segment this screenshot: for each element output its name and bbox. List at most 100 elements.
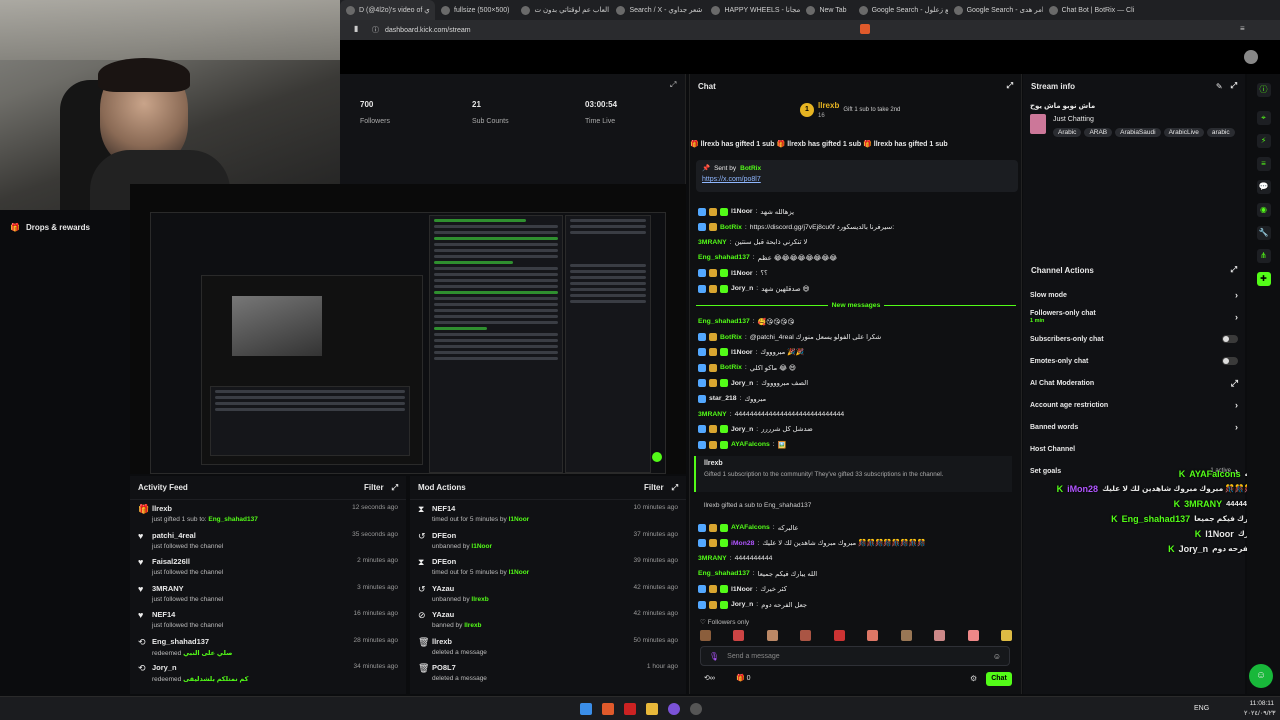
mod-row[interactable]: ⧗ DFEon timed out for 5 minutes by l1Noor 3… <box>410 553 686 580</box>
stream-tag[interactable]: ArabiaSaudi <box>1115 128 1161 137</box>
filter-button[interactable]: Filter <box>364 483 384 492</box>
browser-tab[interactable]: HAPPY WHEELS - مجانا <box>705 0 800 20</box>
chat-message[interactable]: AYAFalcons: 🖼️ <box>690 437 1023 452</box>
chat-message[interactable]: l1Noor: مبروووك 🎉🎉 <box>690 345 1023 360</box>
bolt-icon[interactable]: ⚡ <box>1256 134 1271 148</box>
folder-icon[interactable] <box>646 703 658 715</box>
share-icon[interactable]: ⋔ <box>1256 249 1271 263</box>
activity-user[interactable]: Jory_n <box>152 663 354 672</box>
pinned-link[interactable]: https://x.com/po8l7 <box>702 176 1012 183</box>
chat-username[interactable]: Jory_n <box>731 285 753 292</box>
clock[interactable]: 11:08:11 ٢٠٢٤/٠٩/٢٣ <box>1244 700 1276 717</box>
filter-button[interactable]: Filter <box>644 483 664 492</box>
expand-icon[interactable]: ⤢ <box>1231 265 1237 275</box>
pdf-icon[interactable] <box>624 703 636 715</box>
channel-action-row[interactable]: Slow mode › <box>1023 284 1245 306</box>
brave-shield-icon[interactable] <box>860 24 870 34</box>
chat-message[interactable]: BotRix: https://discord.gg/j7vEj8cu0f سير… <box>690 219 1023 234</box>
channel-action-row[interactable]: Banned words › <box>1023 416 1245 438</box>
pinned-gift[interactable]: 1 llrexb 16 Gift 1 sub to take 2nd <box>800 100 920 120</box>
toggle-switch[interactable] <box>1222 357 1238 365</box>
chat-username[interactable]: AYAFalcons <box>731 441 770 448</box>
drops-rewards[interactable]: 🎁 Drops & rewards <box>0 216 130 238</box>
mod-row[interactable]: ↺ DFEon unbanned by l1Noor 37 minutes ago <box>410 527 686 554</box>
chat-send-button[interactable]: Chat <box>986 672 1012 686</box>
chat-username[interactable]: iMon28 <box>731 540 754 547</box>
plugin-icon[interactable]: ✚ <box>1256 272 1271 286</box>
activity-row[interactable]: ⟲ Eng_shahad137 redeemed صلي على النبي 28 m… <box>130 633 406 660</box>
chat-message[interactable]: star_218: مبرووك <box>690 391 1023 406</box>
chat-message[interactable]: BotRix: ماكو اكلي 😂 😄 <box>690 360 1023 375</box>
emoji-icon[interactable]: ☺ <box>993 652 1001 661</box>
chat-message[interactable]: Eng_shahad137: 🥰😘😘😘😘 <box>690 314 1023 329</box>
browser-tab[interactable]: New Tab <box>800 0 852 20</box>
chat-username[interactable]: 3MRANY <box>698 239 727 246</box>
chat-message[interactable]: Jory_n: الصف مبرووووك <box>690 376 1023 391</box>
mod-user[interactable]: PO8L7 <box>432 663 647 672</box>
activity-user[interactable]: NEF14 <box>152 610 354 619</box>
chat-username[interactable]: 3MRANY <box>698 411 727 418</box>
activity-user[interactable]: patchi_4real <box>152 531 352 540</box>
activity-row[interactable]: ♥ NEF14 just followed the channel 16 minut… <box>130 606 406 633</box>
broadcast-icon[interactable]: ◉ <box>1256 203 1271 217</box>
language-indicator[interactable]: ENG <box>1194 705 1209 712</box>
chat-username[interactable]: 3MRANY <box>698 555 727 562</box>
chat-username[interactable]: BotRix <box>720 364 742 371</box>
stream-tag[interactable]: ARAB <box>1084 128 1113 137</box>
expand-icon[interactable]: ⤢ <box>392 483 398 493</box>
activity-row[interactable]: ♥ 3MRANY just followed the channel 3 minut… <box>130 580 406 607</box>
chat-message[interactable]: l1Noor: كثر خيرك <box>690 582 1023 597</box>
message-input[interactable]: 🎙 Send a message ☺ <box>700 646 1010 666</box>
channel-action-row[interactable]: Subscribers-only chat <box>1023 328 1245 350</box>
mod-user[interactable]: DFEon <box>432 557 634 566</box>
chat-message[interactable]: Eng_shahad137: عظم 😂😂😂😂😂😂😂😂 <box>690 250 1023 265</box>
expand-icon[interactable]: ⤢ <box>670 80 676 90</box>
stream-tag[interactable]: arabic <box>1206 128 1235 137</box>
chat-message[interactable]: l1Noor: يزهالله شهد <box>690 204 1023 219</box>
activity-row[interactable]: ♥ Faisal226ll just followed the channel 2 … <box>130 553 406 580</box>
mod-user[interactable]: llrexb <box>432 637 634 646</box>
chat-username[interactable]: BotRix <box>720 334 742 341</box>
category-name[interactable]: Just Chatting <box>1053 116 1094 123</box>
chat-username[interactable]: Eng_shahad137 <box>698 318 750 325</box>
chat-username[interactable]: Eng_shahad137 <box>698 570 750 577</box>
menu-icon[interactable]: ≡ <box>1240 24 1245 33</box>
chat-username[interactable]: BotRix <box>720 224 742 231</box>
channel-action-row[interactable]: Emotes-only chat <box>1023 350 1245 372</box>
expand-icon[interactable]: ⤢ <box>672 483 678 493</box>
activity-row[interactable]: 🎁 llrexb just gifted 1 sub to: Eng_shahad1… <box>130 500 406 527</box>
expand-icon[interactable]: ⤢ <box>1231 81 1237 91</box>
activity-user[interactable]: 3MRANY <box>152 584 357 593</box>
chat-message[interactable]: Jory_n: صدقلهين شهد 😄 <box>690 281 1023 296</box>
info-icon[interactable]: ⓘ <box>1256 83 1271 97</box>
avatar[interactable] <box>1244 50 1258 64</box>
channel-action-row[interactable]: Host Channel <box>1023 438 1245 460</box>
chat-username[interactable]: Eng_shahad137 <box>698 254 750 261</box>
chat-message[interactable]: Jory_n: جعل الفرحه دوم <box>690 597 1023 612</box>
gift-counter[interactable]: 🎁 0 <box>736 674 751 682</box>
chat-message[interactable]: Jory_n: ضدشل كل شرررر <box>690 422 1023 437</box>
app-icon[interactable] <box>668 703 680 715</box>
url-field[interactable]: ⓘ dashboard.kick.com/stream <box>372 24 872 36</box>
bookmark-icon[interactable]: ▮ <box>354 24 358 33</box>
browser-tab[interactable]: D (@4l2o)'s video of ي <box>340 0 435 20</box>
chat-username[interactable]: l1Noor <box>731 349 753 356</box>
activity-user[interactable]: llrexb <box>152 504 352 513</box>
mod-user[interactable]: YAzau <box>432 584 634 593</box>
mod-row[interactable]: 🗑 llrexb deleted a message 50 minutes ago <box>410 633 686 660</box>
chat-icon[interactable]: 💬 <box>1256 180 1271 194</box>
stream-tag[interactable]: Arabic <box>1053 128 1082 137</box>
scan-icon[interactable]: ⌖ <box>1256 111 1271 125</box>
stream-tag[interactable]: ArabicLive <box>1163 128 1204 137</box>
chat-message[interactable]: 3MRANY: لا تنكرني ذابحة قبل سنتين <box>690 235 1023 250</box>
activity-user[interactable]: Faisal226ll <box>152 557 357 566</box>
assistant-fab-icon[interactable]: ☺ <box>1249 664 1273 688</box>
chat-message[interactable]: 3MRANY:44444444444444444444444444444 <box>690 406 1023 421</box>
points-icon[interactable]: ⟲∞ <box>704 674 715 682</box>
windows-start-icon[interactable] <box>580 703 592 715</box>
chat-message[interactable]: l1Noor: ؟؟ <box>690 266 1023 281</box>
chat-username[interactable]: AYAFalcons <box>731 524 770 531</box>
channel-action-row[interactable]: AI Chat Moderation ⤢ <box>1023 372 1245 394</box>
chat-username[interactable]: l1Noor <box>731 208 753 215</box>
chat-message[interactable]: BotRix: @patchi_4real شكرا على الفولو يسع… <box>690 329 1023 344</box>
